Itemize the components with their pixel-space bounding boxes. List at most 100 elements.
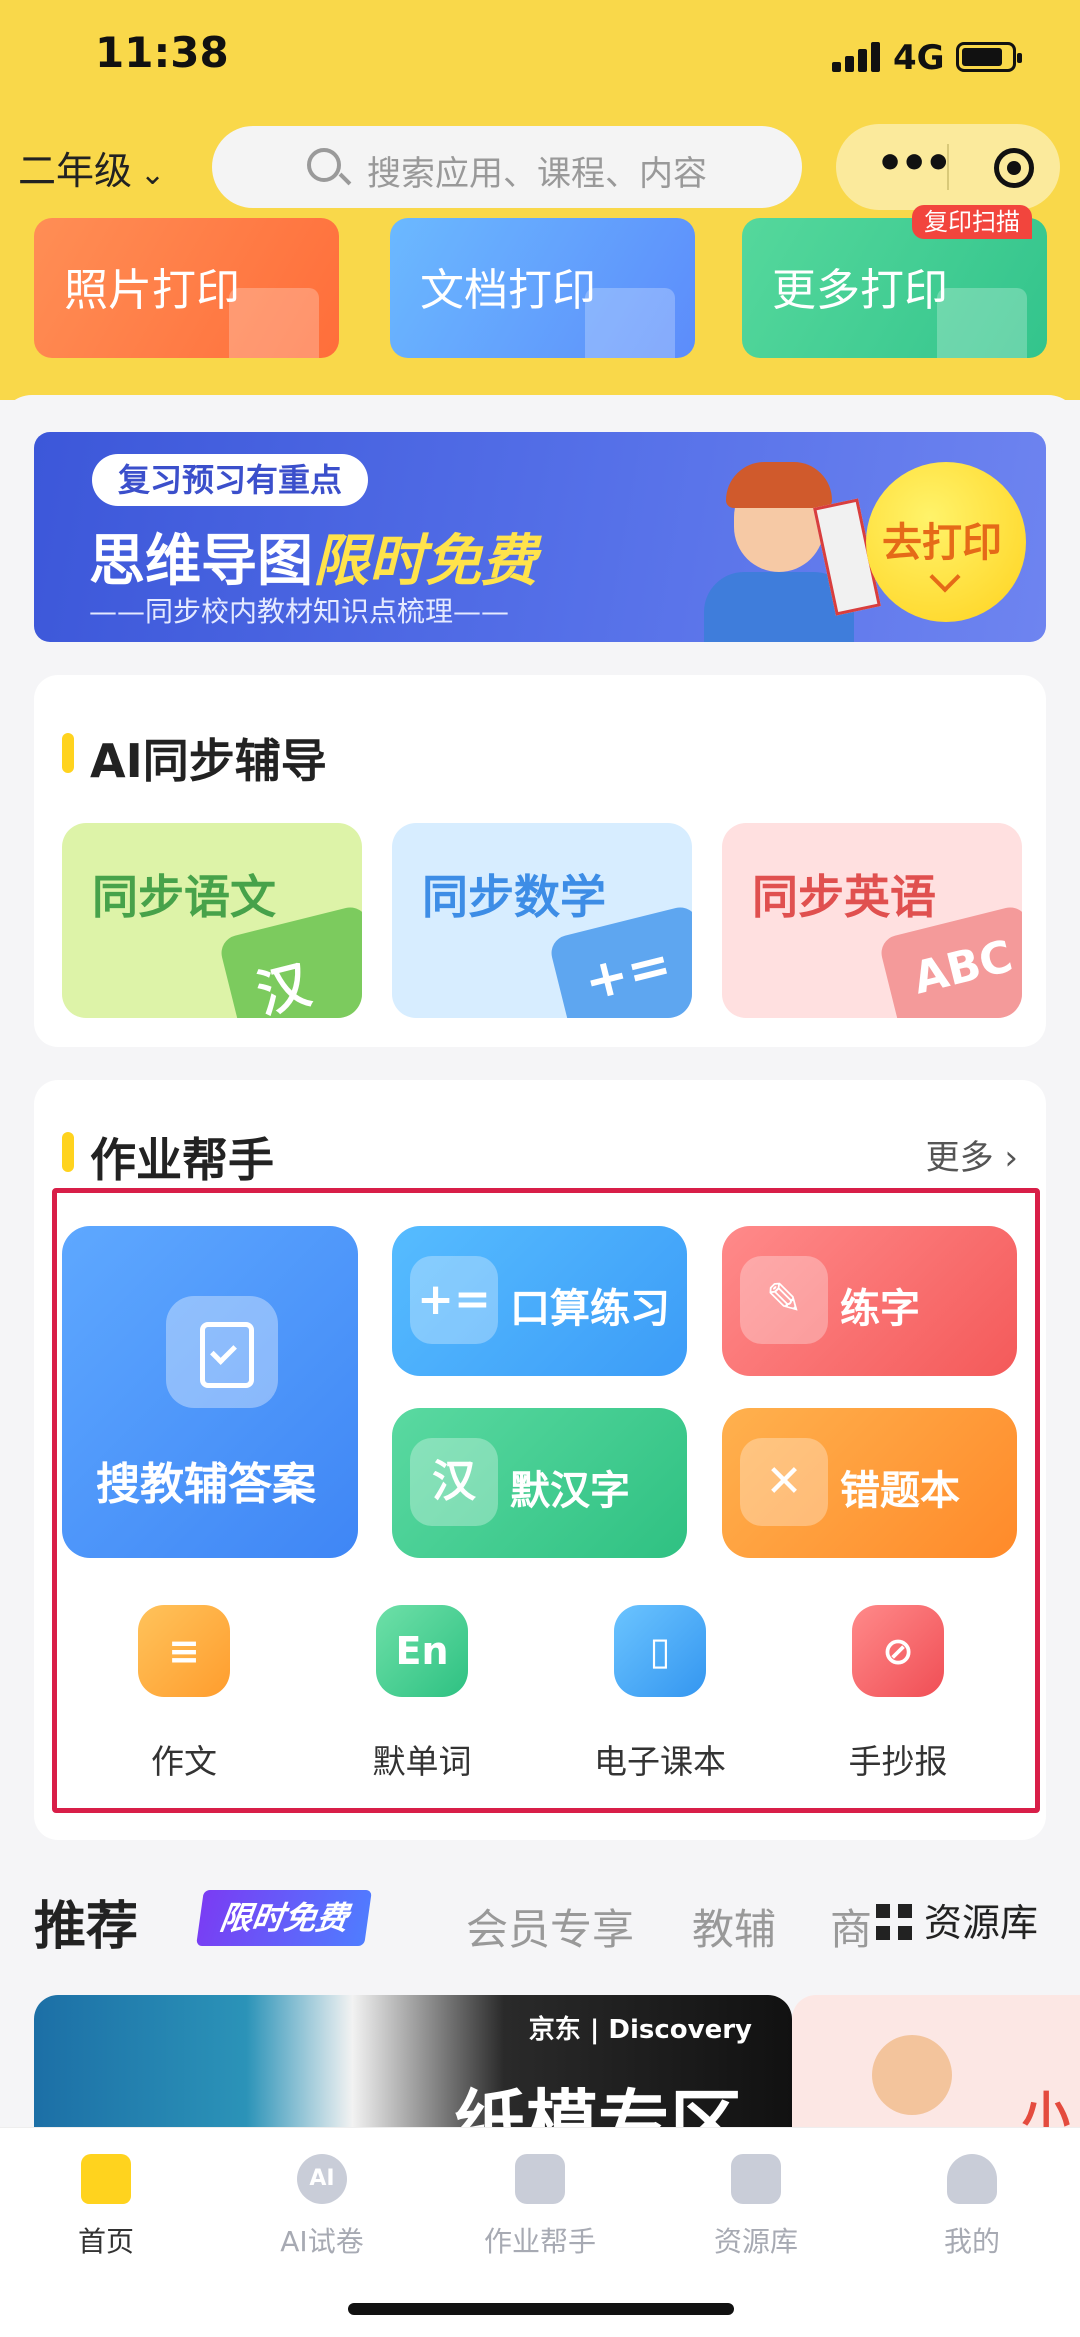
handcopy-poster-item[interactable]: ⊘ 手抄报 [808, 1605, 988, 1781]
tab-member[interactable]: 会员专享 [466, 1896, 634, 1957]
poster-icon: ⊘ [852, 1605, 944, 1697]
english-icon: En [376, 1605, 468, 1697]
status-time: 11:38 [95, 28, 229, 77]
document-print-label: 文档打印 [420, 265, 596, 316]
limited-free-tab[interactable]: 限时免费 [196, 1890, 372, 1946]
grade-selector[interactable]: 二年级 ⌄ [18, 140, 165, 195]
banner-subtitle: ——同步校内教材知识点梳理—— [89, 595, 510, 628]
document-icon [585, 288, 675, 358]
sync-english-label: 同步英语 [752, 870, 936, 924]
search-answers-label: 搜教辅答案 [96, 1459, 316, 1510]
sync-english-tile[interactable]: 同步英语 ABC [722, 823, 1022, 1018]
tab-resources-label: 资源库 [713, 2225, 798, 2258]
mistake-icon: ✕ [740, 1438, 828, 1526]
copy-scan-badge: 复印扫描 [912, 205, 1032, 239]
content-panel [0, 395, 1080, 435]
document-icon [515, 2154, 565, 2204]
home-indicator [348, 2303, 734, 2315]
search-icon [307, 148, 341, 182]
girl-illustration [872, 2035, 952, 2115]
resource-library-link[interactable]: 资源库 [876, 1892, 1038, 1947]
ebook-label: 电子课本 [594, 1742, 726, 1781]
section-accent-bar [62, 1132, 74, 1172]
status-bar: 11:38 4G [0, 0, 1080, 120]
ai-sync-section: AI同步辅导 同步语文 汉 同步数学 += 同步英语 ABC [34, 675, 1046, 1047]
capsule-divider [947, 144, 949, 190]
banner-title: 思维导图限时免费 [89, 516, 537, 597]
mental-math-tile[interactable]: += 口算练习 [392, 1226, 687, 1376]
tab-ai-exam[interactable]: AI AI试卷 [242, 2140, 402, 2270]
recommend-title[interactable]: 推荐 [34, 1884, 138, 1959]
grid-icon [876, 1904, 912, 1940]
more-print-label: 更多打印 [772, 265, 948, 316]
ai-icon: AI [297, 2154, 347, 2204]
tab-shop[interactable]: 商 [830, 1896, 872, 1957]
library-icon [731, 2154, 781, 2204]
checklist-icon [166, 1296, 278, 1408]
banner-title-main: 思维导图 [89, 529, 313, 594]
more-menu-icon[interactable]: ••• [876, 138, 952, 189]
ai-section-title: AI同步辅导 [90, 734, 327, 788]
homework-section-title: 作业帮手 [90, 1133, 274, 1187]
mini-program-capsule: ••• [836, 124, 1060, 210]
student-illustration [674, 462, 881, 642]
tab-resources[interactable]: 资源库 [676, 2140, 836, 2270]
mental-math-label: 口算练习 [510, 1286, 670, 1332]
essay-icon: ≡ [138, 1605, 230, 1697]
network-type: 4G [893, 38, 945, 78]
dictation-chinese-tile[interactable]: 汉 默汉字 [392, 1408, 687, 1558]
math-symbols-icon: += [410, 1256, 498, 1344]
tab-home-label: 首页 [77, 2225, 134, 2258]
user-icon [947, 2154, 997, 2204]
essay-item[interactable]: ≡ 作文 [94, 1605, 274, 1781]
go-print-label: 去打印 [882, 520, 1002, 566]
chevron-down-icon: ⌄ [140, 157, 166, 192]
search-answers-tile[interactable]: 搜教辅答案 [62, 1226, 358, 1558]
home-icon [81, 2154, 131, 2204]
sync-math-label: 同步数学 [422, 870, 606, 924]
tab-me-label: 我的 [943, 2225, 1000, 2258]
ebook-item[interactable]: ▯ 电子课本 [570, 1605, 750, 1781]
sync-math-tile[interactable]: 同步数学 += [392, 823, 692, 1018]
battery-icon [956, 42, 1022, 72]
tab-homework-label: 作业帮手 [483, 2225, 596, 2258]
image-icon [229, 288, 319, 358]
document-print-card[interactable]: 文档打印 [390, 218, 695, 358]
sync-chinese-label: 同步语文 [92, 870, 276, 924]
handwriting-tile[interactable]: ✎ 练字 [722, 1226, 1017, 1376]
mistake-book-label: 错题本 [840, 1468, 960, 1514]
go-print-button[interactable]: 去打印 [866, 462, 1026, 622]
close-target-icon[interactable] [994, 148, 1034, 188]
tab-tutorial[interactable]: 教辅 [692, 1896, 776, 1957]
tab-homework[interactable]: 作业帮手 [460, 2140, 620, 2270]
promo-brand: 京东 | Discovery [528, 2015, 752, 2045]
word-dictation-label: 默单词 [372, 1742, 472, 1781]
photo-print-label: 照片打印 [64, 265, 240, 316]
word-dictation-item[interactable]: En 默单词 [332, 1605, 512, 1781]
signal-icon [832, 42, 880, 72]
essay-label: 作文 [151, 1742, 217, 1781]
banner-title-highlight: 限时免费 [313, 529, 537, 594]
pencil-icon: ✎ [740, 1256, 828, 1344]
sync-chinese-tile[interactable]: 同步语文 汉 [62, 823, 362, 1018]
photo-print-card[interactable]: 照片打印 [34, 218, 339, 358]
mindmap-banner[interactable]: 复习预习有重点 思维导图限时免费 ——同步校内教材知识点梳理—— 去打印 [34, 432, 1046, 642]
recommend-tabs: 推荐 限时免费 会员专享 教辅 商 资源库 [0, 1870, 1080, 1970]
mistake-book-tile[interactable]: ✕ 错题本 [722, 1408, 1017, 1558]
tab-home[interactable]: 首页 [26, 2140, 186, 2270]
handcopy-poster-label: 手抄报 [848, 1742, 948, 1781]
book-icon: ▯ [614, 1605, 706, 1697]
more-link[interactable]: 更多 › [926, 1130, 1018, 1179]
handwriting-label: 练字 [840, 1286, 920, 1332]
section-accent-bar [62, 733, 74, 773]
dictation-chinese-label: 默汉字 [510, 1468, 630, 1514]
printer-icon [937, 288, 1027, 358]
chinese-char-icon: 汉 [410, 1438, 498, 1526]
tab-me[interactable]: 我的 [892, 2140, 1052, 2270]
resource-library-label: 资源库 [924, 1901, 1039, 1945]
tab-ai-exam-label: AI试卷 [280, 2225, 364, 2258]
banner-tag: 复习预习有重点 [92, 454, 369, 506]
more-print-card[interactable]: 更多打印 [742, 218, 1047, 358]
grade-label: 二年级 [18, 149, 133, 193]
search-bar[interactable]: 搜索应用、课程、内容 [212, 126, 802, 208]
